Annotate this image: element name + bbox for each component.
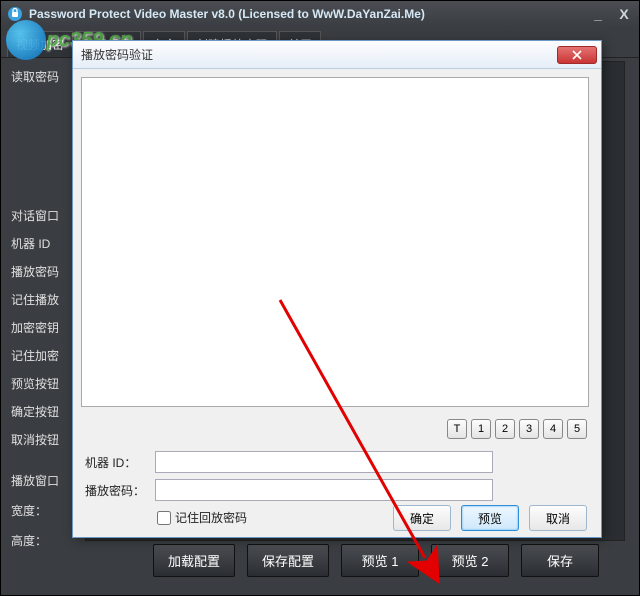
ok-button[interactable]: 确定 <box>393 505 451 531</box>
label-width: 宽度： <box>11 495 81 525</box>
num-btn-4[interactable]: 4 <box>543 419 563 439</box>
num-btn-1[interactable]: 1 <box>471 419 491 439</box>
save-button[interactable]: 保存 <box>521 544 599 577</box>
num-btn-5[interactable]: 5 <box>567 419 587 439</box>
window-title: Password Protect Video Master v8.0 (Lice… <box>29 7 589 21</box>
play-password-row: 播放密码： <box>85 479 493 501</box>
label-play-password: 播放密码 <box>11 257 81 285</box>
save-config-button[interactable]: 保存配置 <box>247 544 329 577</box>
label-preview-btn: 预览按钮 <box>11 369 81 397</box>
minimize-button[interactable]: _ <box>589 7 607 21</box>
close-icon <box>572 50 582 60</box>
password-verify-dialog: 播放密码验证 T 1 2 3 4 5 机器 ID： 播放密码： 记住回放密码 确… <box>72 40 602 538</box>
machine-id-input[interactable] <box>155 451 493 473</box>
label-encrypt-key: 加密密钥 <box>11 313 81 341</box>
num-btn-t[interactable]: T <box>447 419 467 439</box>
label-ok-btn: 确定按钮 <box>11 397 81 425</box>
bottom-button-row: 加载配置 保存配置 预览 1 预览 2 保存 <box>153 544 599 577</box>
preview-button[interactable]: 预览 <box>461 505 519 531</box>
play-password-input[interactable] <box>155 479 493 501</box>
dialog-titlebar[interactable]: 播放密码验证 <box>73 41 601 69</box>
message-textarea[interactable] <box>81 77 589 407</box>
preview2-button[interactable]: 预览 2 <box>431 544 509 577</box>
close-button[interactable]: X <box>615 7 633 21</box>
label-height: 高度： <box>11 525 81 555</box>
label-play-window: 播放窗口 <box>11 465 81 495</box>
number-button-row: T 1 2 3 4 5 <box>447 419 587 439</box>
play-password-label: 播放密码： <box>85 482 155 499</box>
num-btn-2[interactable]: 2 <box>495 419 515 439</box>
remember-password-checkbox[interactable] <box>157 511 171 525</box>
num-btn-3[interactable]: 3 <box>519 419 539 439</box>
load-config-button[interactable]: 加载配置 <box>153 544 235 577</box>
label-machine-id: 机器 ID <box>11 229 81 257</box>
label-dialog-window: 对话窗口 <box>11 201 81 229</box>
preview1-button[interactable]: 预览 1 <box>341 544 419 577</box>
remember-password-row: 记住回放密码 <box>157 509 247 526</box>
tab-video-encrypt[interactable]: 视频加密 <box>7 31 73 57</box>
side-label-column: 读取密码 对话窗口 机器 ID 播放密码 记住播放 加密密钥 记住加密 预览按钮… <box>11 61 81 555</box>
app-icon <box>7 6 23 22</box>
dialog-close-button[interactable] <box>557 46 597 64</box>
cancel-button[interactable]: 取消 <box>529 505 587 531</box>
label-read-password: 读取密码 <box>11 61 81 91</box>
dialog-title: 播放密码验证 <box>81 46 557 63</box>
machine-id-row: 机器 ID： <box>85 451 493 473</box>
machine-id-label: 机器 ID： <box>85 454 155 471</box>
dialog-body: T 1 2 3 4 5 机器 ID： 播放密码： 记住回放密码 确定 预览 取消 <box>73 69 601 537</box>
label-remember-encrypt: 记住加密 <box>11 341 81 369</box>
remember-password-label: 记住回放密码 <box>175 509 247 526</box>
dialog-button-row: 确定 预览 取消 <box>393 505 587 531</box>
label-cancel-btn: 取消按钮 <box>11 425 81 453</box>
main-titlebar: Password Protect Video Master v8.0 (Lice… <box>1 1 639 27</box>
label-remember-play: 记住播放 <box>11 285 81 313</box>
